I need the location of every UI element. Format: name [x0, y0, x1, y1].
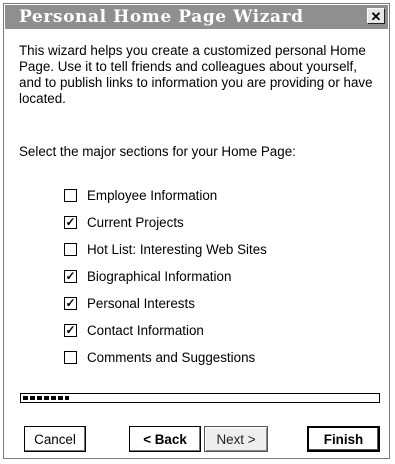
- option-hot-list[interactable]: Hot List: Interesting Web Sites: [64, 240, 267, 258]
- close-button[interactable]: ✕: [367, 8, 385, 24]
- intro-text: This wizard helps you create a customize…: [19, 43, 373, 106]
- window-title: Personal Home Page Wizard: [19, 7, 304, 27]
- checkbox[interactable]: ✓: [64, 215, 77, 229]
- progress-bar: [20, 393, 380, 403]
- wizard-window: Personal Home Page Wizard ✕ This wizard …: [3, 3, 390, 459]
- close-icon: ✕: [370, 8, 382, 24]
- option-label: Personal Interests: [87, 295, 195, 311]
- option-current-projects[interactable]: ✓ Current Projects: [64, 213, 184, 231]
- back-button[interactable]: < Back: [129, 426, 201, 452]
- option-employee-information[interactable]: Employee Information: [64, 186, 217, 204]
- checkbox[interactable]: ✓: [64, 269, 77, 283]
- option-label: Current Projects: [87, 214, 184, 230]
- checkbox[interactable]: [64, 350, 77, 364]
- option-label: Contact Information: [87, 322, 204, 338]
- option-label: Employee Information: [87, 187, 218, 203]
- checkbox[interactable]: [64, 242, 77, 256]
- checkbox[interactable]: ✓: [64, 296, 77, 310]
- option-label: Hot List: Interesting Web Sites: [87, 241, 267, 257]
- title-bar[interactable]: Personal Home Page Wizard ✕: [5, 5, 388, 29]
- option-comments-and-suggestions[interactable]: Comments and Suggestions: [64, 348, 255, 366]
- option-biographical-information[interactable]: ✓ Biographical Information: [64, 267, 231, 285]
- cancel-button[interactable]: Cancel: [24, 426, 86, 452]
- option-personal-interests[interactable]: ✓ Personal Interests: [64, 294, 195, 312]
- option-contact-information[interactable]: ✓ Contact Information: [64, 321, 204, 339]
- finish-button[interactable]: Finish: [307, 426, 380, 452]
- progress-fill: [23, 396, 69, 400]
- next-button[interactable]: Next >: [204, 426, 268, 452]
- checkbox[interactable]: [64, 188, 77, 202]
- option-label: Biographical Information: [87, 268, 232, 284]
- sections-prompt: Select the major sections for your Home …: [19, 144, 296, 159]
- option-label: Comments and Suggestions: [87, 349, 256, 365]
- checkbox[interactable]: ✓: [64, 323, 77, 337]
